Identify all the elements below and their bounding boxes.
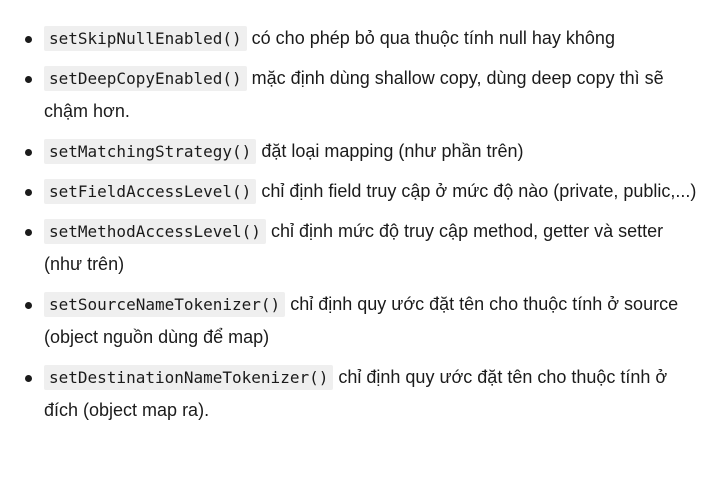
bullet-icon [25, 36, 32, 43]
method-code: setSourceNameTokenizer() [44, 292, 286, 317]
method-description: có cho phép bỏ qua thuộc tính null hay k… [251, 28, 615, 48]
method-code: setMethodAccessLevel() [44, 219, 266, 244]
list-item-deep-copy: setDeepCopyEnabled() mặc định dùng shall… [0, 62, 715, 128]
list-item-source-name-tokenizer: setSourceNameTokenizer() chỉ định quy ướ… [0, 288, 715, 354]
list-item-destination-name-tokenizer: setDestinationNameTokenizer() chỉ định q… [0, 361, 715, 427]
method-description: chỉ định field truy cập ở mức độ nào (pr… [261, 181, 697, 201]
bullet-icon [25, 375, 32, 382]
method-code: setFieldAccessLevel() [44, 179, 257, 204]
bullet-icon [25, 76, 32, 83]
method-code: setMatchingStrategy() [44, 139, 257, 164]
method-code: setDeepCopyEnabled() [44, 66, 247, 91]
list-item-matching-strategy: setMatchingStrategy() đặt loại mapping (… [0, 135, 715, 168]
bullet-icon [25, 229, 32, 236]
list-item-skip-null: setSkipNullEnabled() có cho phép bỏ qua … [0, 22, 715, 55]
method-code: setSkipNullEnabled() [44, 26, 247, 51]
bullet-icon [25, 302, 32, 309]
method-description: đặt loại mapping (như phần trên) [261, 141, 524, 161]
list-item-field-access-level: setFieldAccessLevel() chỉ định field tru… [0, 175, 715, 208]
bullet-icon [25, 149, 32, 156]
list-item-method-access-level: setMethodAccessLevel() chỉ định mức độ t… [0, 215, 715, 281]
method-code: setDestinationNameTokenizer() [44, 365, 334, 390]
bullet-icon [25, 189, 32, 196]
config-method-list: setSkipNullEnabled() có cho phép bỏ qua … [0, 22, 715, 434]
